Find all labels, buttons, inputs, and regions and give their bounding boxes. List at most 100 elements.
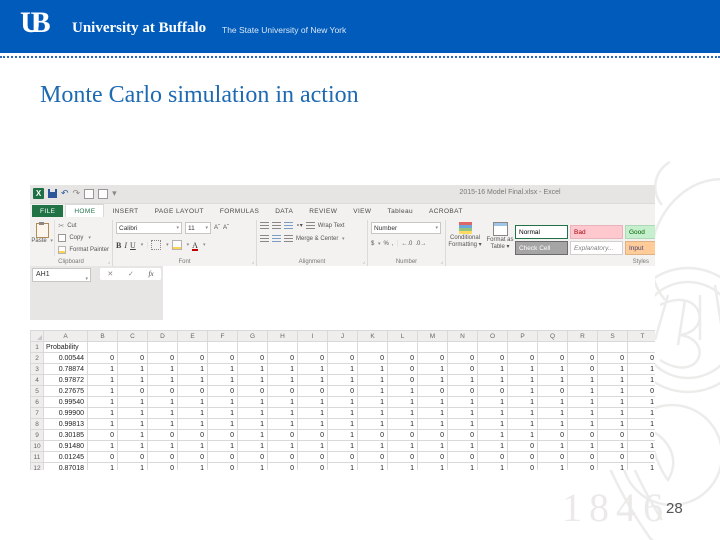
cell[interactable]: 1 (477, 440, 508, 452)
cell[interactable] (417, 341, 448, 353)
cell[interactable] (567, 341, 598, 353)
cell[interactable]: 0 (387, 352, 418, 364)
cell[interactable]: 0 (507, 462, 538, 470)
cell-a1[interactable]: Probability (43, 341, 88, 353)
font-name-select[interactable]: Calibri ▾ (116, 222, 182, 234)
italic-button[interactable]: I (124, 241, 127, 250)
col-header-f[interactable]: F (207, 330, 238, 342)
clipboard-dialog-launcher[interactable]: ⌟ (108, 259, 110, 265)
cell[interactable]: 0 (537, 429, 568, 441)
redo-icon[interactable]: ↷ (73, 189, 81, 198)
cell[interactable]: 1 (117, 396, 148, 408)
cell[interactable]: 1 (357, 385, 388, 397)
cell[interactable]: 1 (567, 407, 598, 419)
format-painter-button[interactable]: Format Painter (55, 244, 112, 256)
align-top-icon[interactable] (260, 222, 269, 229)
cell[interactable]: 0 (117, 385, 148, 397)
row-header-2[interactable]: 2 (30, 352, 44, 364)
cell[interactable]: 0 (177, 385, 208, 397)
cell[interactable]: 0 (477, 352, 508, 364)
cell[interactable]: 1 (567, 440, 598, 452)
tab-review[interactable]: REVIEW (301, 205, 345, 217)
cell[interactable]: 0 (627, 352, 655, 364)
font-size-select[interactable]: 11 ▾ (185, 222, 211, 234)
cell[interactable]: 1 (297, 363, 328, 375)
cell[interactable]: 0 (177, 429, 208, 441)
cell[interactable]: 1 (507, 396, 538, 408)
font-dialog-launcher[interactable]: ⌟ (252, 259, 254, 265)
cell[interactable]: 0 (147, 385, 178, 397)
tab-acrobat[interactable]: ACROBAT (421, 205, 471, 217)
merge-center-button[interactable]: Merge & Center ▾ (296, 236, 345, 242)
cell[interactable]: 0 (207, 429, 238, 441)
cell[interactable]: 0 (417, 385, 448, 397)
cell-a10[interactable]: 0.91480 (43, 440, 88, 452)
fill-color-icon[interactable] (171, 240, 182, 250)
cell[interactable]: 0 (207, 352, 238, 364)
underline-button[interactable]: U (130, 241, 136, 250)
cell[interactable]: 0 (447, 451, 478, 463)
undo-icon[interactable]: ↶ (61, 189, 69, 198)
align-center-icon[interactable] (272, 235, 281, 242)
cell[interactable]: 0 (297, 385, 328, 397)
col-header-n[interactable]: N (447, 330, 478, 342)
customize-qat-dropdown-icon[interactable]: ▾ (112, 189, 117, 198)
cell[interactable]: 0 (567, 451, 598, 463)
cut-button[interactable]: ✂ Cut (55, 220, 112, 232)
cell[interactable]: 0 (267, 429, 298, 441)
cell[interactable]: 1 (447, 462, 478, 470)
cell[interactable]: 1 (627, 374, 655, 386)
cell[interactable]: 1 (207, 407, 238, 419)
cell[interactable]: 1 (297, 440, 328, 452)
cell[interactable]: 1 (207, 363, 238, 375)
cell[interactable]: 1 (627, 440, 655, 452)
cell-a7[interactable]: 0.99900 (43, 407, 88, 419)
cell[interactable]: 1 (537, 396, 568, 408)
cell[interactable] (387, 341, 418, 353)
row-header-3[interactable]: 3 (30, 363, 44, 375)
cell-a5[interactable]: 0.27675 (43, 385, 88, 397)
col-header-o[interactable]: O (477, 330, 508, 342)
cell[interactable]: 1 (237, 363, 268, 375)
table-icon[interactable] (98, 188, 109, 199)
cell[interactable]: 1 (477, 374, 508, 386)
cell[interactable]: 1 (267, 407, 298, 419)
cell[interactable]: 1 (597, 396, 628, 408)
cell[interactable]: 1 (297, 407, 328, 419)
cell[interactable]: 0 (327, 451, 358, 463)
cell[interactable]: 1 (327, 407, 358, 419)
row-header-1[interactable]: 1 (30, 341, 44, 353)
cell[interactable]: 0 (537, 451, 568, 463)
grow-font-icon[interactable]: Aˆ (214, 225, 220, 231)
cell[interactable]: 1 (147, 374, 178, 386)
cell[interactable]: 1 (327, 363, 358, 375)
cell[interactable]: 1 (357, 440, 388, 452)
cell[interactable]: 1 (117, 429, 148, 441)
cell[interactable]: 1 (327, 418, 358, 430)
cell[interactable]: 1 (87, 418, 118, 430)
new-sheet-icon[interactable] (84, 188, 95, 199)
cell[interactable]: 1 (117, 418, 148, 430)
cell[interactable]: 0 (267, 462, 298, 470)
cell[interactable]: 1 (177, 374, 208, 386)
cell-a3[interactable]: 0.78874 (43, 363, 88, 375)
cell[interactable]: 1 (387, 418, 418, 430)
col-header-p[interactable]: P (507, 330, 538, 342)
cell[interactable]: 0 (327, 385, 358, 397)
col-header-i[interactable]: I (297, 330, 328, 342)
row-header-9[interactable]: 9 (30, 429, 44, 441)
cell[interactable]: 1 (537, 363, 568, 375)
tab-home[interactable]: HOME (65, 204, 105, 217)
cell[interactable]: 1 (237, 396, 268, 408)
col-header-e[interactable]: E (177, 330, 208, 342)
cell[interactable]: 1 (267, 396, 298, 408)
cell[interactable]: 0 (417, 429, 448, 441)
row-header-5[interactable]: 5 (30, 385, 44, 397)
cell[interactable] (327, 341, 358, 353)
cell[interactable]: 0 (177, 451, 208, 463)
cell[interactable] (87, 341, 118, 353)
cell[interactable]: 1 (87, 440, 118, 452)
cell[interactable]: 1 (477, 396, 508, 408)
wrap-text-button[interactable]: Wrap Text (318, 223, 345, 229)
cell[interactable]: 0 (417, 352, 448, 364)
